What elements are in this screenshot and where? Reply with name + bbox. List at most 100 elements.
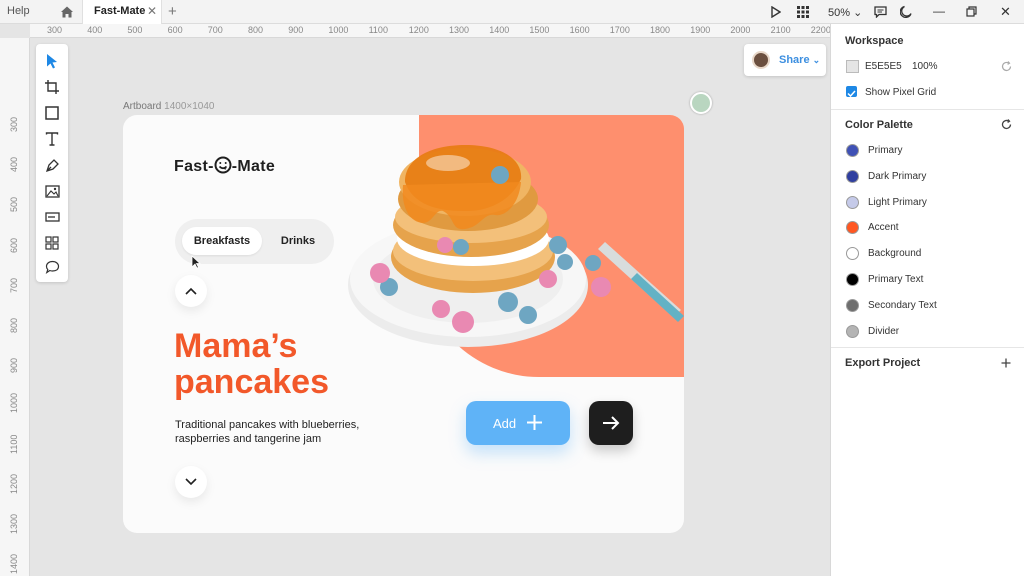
pancake-illustration (348, 145, 684, 347)
product-description-line2: raspberries and tangerine jam (175, 433, 322, 445)
artboard-icon (45, 80, 59, 94)
palette-item-label[interactable]: Background (868, 248, 921, 259)
help-menu[interactable]: Help (7, 5, 30, 17)
checkmark-icon (847, 90, 856, 98)
artboard-label[interactable]: Artboard 1400×1040 (123, 101, 214, 112)
palette-swatch[interactable] (846, 298, 859, 312)
add-label: Add (493, 416, 517, 431)
ruler-tick-label: 2000 (730, 25, 751, 35)
collaborator-avatar[interactable] (690, 92, 712, 114)
add-to-cart-button[interactable]: Add (466, 401, 570, 445)
tools-toolbar (36, 44, 68, 282)
pixel-grid-checkbox[interactable] (846, 86, 857, 98)
grid-icon (45, 236, 59, 250)
grid-apps-icon[interactable] (797, 6, 809, 18)
palette-swatch[interactable] (846, 221, 859, 235)
logo-text-right: -Mate (231, 158, 276, 175)
play-icon[interactable] (771, 6, 781, 18)
palette-swatch[interactable] (846, 169, 859, 183)
ruler-tick-label: 1800 (650, 25, 671, 35)
ruler-tick-label: 500 (9, 197, 19, 213)
ruler-tick-label: 1400 (9, 554, 19, 575)
palette-swatch[interactable] (846, 324, 859, 338)
add-export-icon[interactable] (1001, 358, 1011, 368)
reset-icon[interactable] (1001, 61, 1012, 72)
ruler-tick-label: 400 (87, 25, 103, 35)
workspace-color-swatch[interactable] (846, 60, 859, 73)
chevron-up-icon (185, 287, 197, 295)
input-field-icon (44, 212, 60, 222)
ruler-tick-label: 300 (47, 25, 63, 35)
divider (831, 109, 1024, 110)
ruler-tick-label: 700 (207, 25, 223, 35)
workspace-title: Workspace (845, 35, 904, 47)
palette-swatch[interactable] (846, 247, 859, 261)
next-button[interactable] (589, 401, 633, 445)
color-palette-title: Color Palette (845, 119, 913, 131)
text-tool[interactable] (43, 130, 61, 148)
palette-item-label[interactable]: Secondary Text (868, 300, 937, 311)
palette-item-label[interactable]: Accent (868, 222, 899, 233)
chevron-down-icon: ⌄ (853, 7, 863, 19)
tab-drinks[interactable]: Drinks (270, 227, 326, 255)
ruler-tick-label: 800 (9, 317, 19, 333)
palette-swatch[interactable] (846, 273, 859, 286)
ruler-tick-label: 600 (167, 25, 183, 35)
restore-window-icon[interactable] (966, 6, 977, 17)
tab-title: Fast-Mate (94, 5, 146, 17)
assets-tool[interactable] (43, 234, 61, 252)
palette-swatch[interactable] (846, 144, 859, 157)
ruler-tick-label: 400 (9, 157, 19, 173)
refresh-icon[interactable] (1001, 119, 1012, 130)
ruler-tick-label: 1500 (529, 25, 550, 35)
workspace-color-hex[interactable]: E5E5E5 (865, 61, 902, 72)
ruler-tick-label: 1400 (489, 25, 510, 35)
artboard-tool[interactable] (43, 78, 61, 96)
share-button[interactable]: Share ⌄ (779, 54, 820, 66)
palette-swatch[interactable] (846, 195, 859, 209)
rectangle-tool[interactable] (43, 104, 61, 122)
ruler-tick-label: 1100 (9, 434, 19, 454)
document-tab[interactable]: Fast-Mate ✕ (82, 0, 162, 24)
share-box: Share ⌄ (744, 44, 826, 76)
palette-item-label[interactable]: Divider (868, 326, 899, 337)
ruler-tick-label: 700 (9, 277, 19, 293)
ruler-tick-label: 1000 (328, 25, 349, 35)
comment-icon[interactable] (874, 6, 887, 18)
dark-mode-moon-icon[interactable] (900, 5, 912, 18)
mouse-cursor-icon (191, 255, 201, 269)
palette-item-label[interactable]: Primary Text (868, 274, 923, 285)
image-tool[interactable] (43, 182, 61, 200)
component-tool[interactable] (43, 208, 61, 226)
product-description: Traditional pancakes with blueberries, r… (175, 418, 375, 446)
home-icon[interactable] (60, 5, 74, 19)
workspace-opacity[interactable]: 100% (912, 61, 938, 72)
palette-item-label[interactable]: Dark Primary (868, 171, 926, 182)
pen-icon (45, 158, 59, 172)
speech-bubble-icon (45, 260, 59, 274)
pen-tool[interactable] (43, 156, 61, 174)
select-tool[interactable] (43, 52, 61, 70)
ruler-tick-label: 900 (288, 25, 304, 35)
scroll-down-button[interactable] (175, 466, 207, 498)
new-tab-icon[interactable]: + (168, 3, 177, 20)
scroll-up-button[interactable] (175, 275, 207, 307)
pointer-arrow-icon (47, 54, 57, 69)
product-description-line1: Traditional pancakes with blueberries, (175, 419, 360, 431)
close-tab-icon[interactable]: ✕ (147, 4, 157, 18)
top-ruler: 300 400 500 600 700 800 900 1000 1100 1200 1300 140… (30, 24, 830, 38)
smiley-tongue-icon (214, 156, 232, 174)
ruler-tick-label: 1300 (9, 513, 19, 534)
export-project-title: Export Project (845, 357, 921, 369)
comment-tool[interactable] (43, 258, 61, 276)
ruler-tick-label: 2200 (810, 25, 830, 35)
ruler-tick-label: 900 (9, 358, 19, 374)
artboard[interactable]: Fast- -Mate Breakfasts Drinks Mama’s panc… (123, 115, 684, 533)
user-avatar[interactable] (752, 51, 770, 69)
tab-breakfasts[interactable]: Breakfasts (182, 227, 262, 255)
palette-item-label[interactable]: Light Primary (868, 197, 927, 208)
ruler-tick-label: 1200 (408, 25, 429, 35)
pixel-grid-label: Show Pixel Grid (865, 87, 937, 98)
palette-item-label[interactable]: Primary (868, 145, 902, 156)
ruler-tick-label: 1700 (609, 25, 630, 35)
